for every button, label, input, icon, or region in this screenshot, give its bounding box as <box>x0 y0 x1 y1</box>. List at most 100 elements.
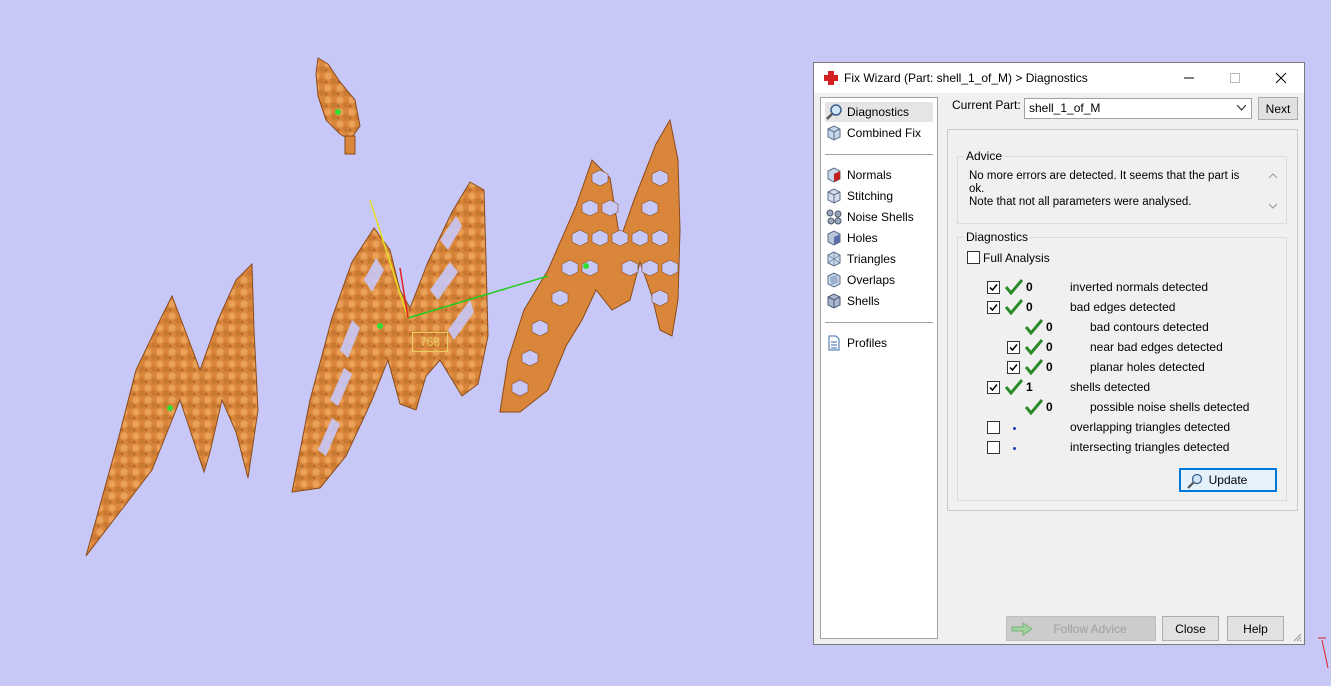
close-button[interactable]: Close <box>1162 616 1219 641</box>
maximize-icon <box>1230 73 1240 83</box>
document-icon <box>828 335 840 351</box>
noise-shells-label: possible noise shells detected <box>1090 400 1250 414</box>
near-bad-edges-checkbox[interactable] <box>1007 341 1020 354</box>
nav-item-diagnostics[interactable]: Diagnostics <box>825 102 933 122</box>
resize-grip-icon[interactable] <box>1292 632 1302 642</box>
stitching-icon <box>827 188 841 204</box>
cube-icon <box>827 125 841 141</box>
magnifier-icon <box>826 104 842 120</box>
nav-label: Overlaps <box>847 273 896 287</box>
diagnostics-frame: Advice No more errors are detected. It s… <box>947 129 1298 511</box>
nav-label: Triangles <box>847 252 896 266</box>
advice-group-title: Advice <box>964 149 1005 163</box>
nav-label: Profiles <box>847 336 888 350</box>
advice-group: Advice No more errors are detected. It s… <box>957 149 1287 224</box>
ok-tick-icon <box>1025 319 1043 335</box>
normals-icon <box>827 167 841 183</box>
close-window-button[interactable] <box>1258 63 1304 93</box>
shells-count: 1 <box>1026 380 1033 394</box>
nav-item-profiles[interactable]: Profiles <box>825 333 933 353</box>
nav-item-shells[interactable]: Shells <box>825 291 933 311</box>
minimize-button[interactable] <box>1166 63 1212 93</box>
intersecting-triangles-checkbox[interactable] <box>987 441 1000 454</box>
ok-tick-icon <box>1005 299 1023 315</box>
nav-separator <box>825 322 933 323</box>
bad-contours-label: bad contours detected <box>1090 320 1209 334</box>
nav-label: Shells <box>847 294 880 308</box>
nav-separator <box>825 154 933 155</box>
bad-edges-checkbox[interactable] <box>987 301 1000 314</box>
planar-holes-checkbox[interactable] <box>1007 361 1020 374</box>
full-analysis-label: Full Analysis <box>983 251 1050 265</box>
shells-checkbox[interactable] <box>987 381 1000 394</box>
current-part-label: Current Part: <box>952 98 1021 112</box>
nav-label: Combined Fix <box>847 126 922 140</box>
part-fragment-small <box>315 57 361 141</box>
check-mark-icon <box>989 284 998 292</box>
magnifier-icon <box>1187 473 1203 489</box>
ok-tick-icon <box>1005 379 1023 395</box>
nav-item-normals[interactable]: Normals <box>825 165 933 185</box>
follow-advice-button[interactable]: Follow Advice <box>1006 616 1156 641</box>
dialog-title: Fix Wizard (Part: shell_1_of_M) > Diagno… <box>844 71 1088 85</box>
current-part-value: shell_1_of_M <box>1029 101 1101 115</box>
nav-label: Noise Shells <box>847 210 914 224</box>
near-bad-edges-count: 0 <box>1046 340 1053 354</box>
nav-item-holes[interactable]: Holes <box>825 228 933 248</box>
not-analysed-dot <box>1013 447 1016 450</box>
inverted-normals-label: inverted normals detected <box>1070 280 1209 294</box>
diagnostics-group: Diagnostics Full Analysis 0 inverted nor… <box>957 230 1287 501</box>
update-button[interactable]: Update <box>1179 468 1277 492</box>
planar-holes-label: planar holes detected <box>1090 360 1205 374</box>
nav-label: Diagnostics <box>847 105 910 119</box>
noise-shells-count: 0 <box>1046 400 1053 414</box>
ok-tick-icon <box>1025 359 1043 375</box>
shells-label: shells detected <box>1070 380 1151 394</box>
close-icon <box>1275 72 1287 84</box>
noise-shells-icon <box>826 209 842 225</box>
bad-contours-count: 0 <box>1046 320 1053 334</box>
arrow-right-icon <box>1011 622 1033 636</box>
inverted-normals-checkbox[interactable] <box>987 281 1000 294</box>
intersecting-triangles-label: intersecting triangles detected <box>1070 440 1230 454</box>
nav-label: Holes <box>847 231 878 245</box>
diagnostics-group-title: Diagnostics <box>964 230 1031 244</box>
nav-label: Normals <box>847 168 892 182</box>
nav-item-overlaps[interactable]: Overlaps <box>825 270 933 290</box>
nav-label: Stitching <box>847 189 894 203</box>
bad-edges-label: bad edges detected <box>1070 300 1176 314</box>
maximize-button[interactable] <box>1212 63 1258 93</box>
red-cross-icon <box>824 71 838 85</box>
overlapping-triangles-checkbox[interactable] <box>987 421 1000 434</box>
chevron-down-icon <box>1237 105 1246 111</box>
current-part-select[interactable]: shell_1_of_M <box>1024 98 1252 119</box>
nav-item-stitching[interactable]: Stitching <box>825 186 933 206</box>
check-mark-icon <box>1009 344 1018 352</box>
check-mark-icon <box>989 384 998 392</box>
shells-icon <box>827 293 841 309</box>
not-analysed-dot <box>1013 427 1016 430</box>
ok-tick-icon <box>1025 399 1043 415</box>
overlapping-triangles-label: overlapping triangles detected <box>1070 420 1231 434</box>
full-analysis-checkbox[interactable] <box>967 251 980 264</box>
check-mark-icon <box>1009 364 1018 372</box>
triangles-icon <box>827 251 841 267</box>
ok-tick-icon <box>1005 279 1023 295</box>
scroll-up-icon[interactable] <box>1268 171 1278 181</box>
nav-item-triangles[interactable]: Triangles <box>825 249 933 269</box>
update-label: Update <box>1208 473 1248 487</box>
holes-icon <box>827 230 841 246</box>
measurement-label: 768 <box>412 332 448 352</box>
scroll-down-icon[interactable] <box>1268 201 1278 211</box>
help-button[interactable]: Help <box>1227 616 1284 641</box>
nav-item-noise-shells[interactable]: Noise Shells <box>825 207 933 227</box>
nav-item-combined-fix[interactable]: Combined Fix <box>825 123 933 143</box>
advice-line-1: No more errors are detected. It seems th… <box>969 170 1240 195</box>
bad-edges-count: 0 <box>1026 300 1033 314</box>
title-bar[interactable]: Fix Wizard (Part: shell_1_of_M) > Diagno… <box>814 63 1304 93</box>
follow-advice-label: Follow Advice <box>1053 621 1127 636</box>
next-button[interactable]: Next <box>1258 97 1298 120</box>
near-bad-edges-label: near bad edges detected <box>1090 340 1223 354</box>
ok-tick-icon <box>1025 339 1043 355</box>
fix-wizard-dialog: Fix Wizard (Part: shell_1_of_M) > Diagno… <box>813 62 1305 645</box>
